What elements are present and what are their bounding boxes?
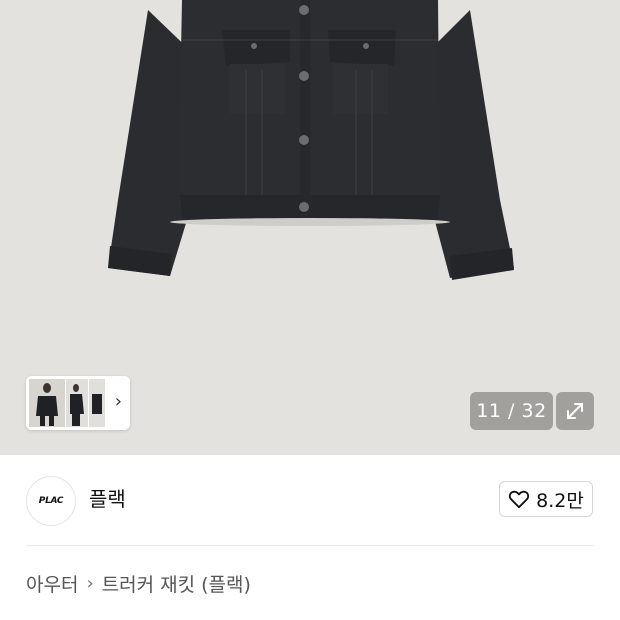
section-divider [26,545,594,546]
breadcrumb: 아우터 › 트러커 재킷 (플랙) [26,570,251,597]
brand-name[interactable]: 플랙 [89,484,126,514]
image-counter: 11 / 32 [470,392,553,430]
thumbnail-strip[interactable]: › [26,376,130,430]
expand-arrows-icon [567,403,583,419]
brand-row: PLAC 플랙 8.2만 [0,458,620,546]
like-button[interactable]: 8.2만 [499,481,593,517]
expand-button[interactable] [556,392,594,430]
breadcrumb-item-category[interactable]: 아우터 [26,570,78,597]
brand-logo-text: PLAC [38,496,64,506]
product-title-partial [26,614,326,620]
chevron-right-icon: › [86,573,94,594]
brand-logo[interactable]: PLAC [26,476,76,526]
product-image-hero[interactable]: › 11 / 32 [0,0,620,455]
like-count: 8.2만 [536,489,584,512]
breadcrumb-item-subcategory[interactable]: 트러커 재킷 (플랙) [102,570,251,597]
chevron-right-icon[interactable]: › [115,392,122,412]
heart-outline-icon [509,490,530,509]
